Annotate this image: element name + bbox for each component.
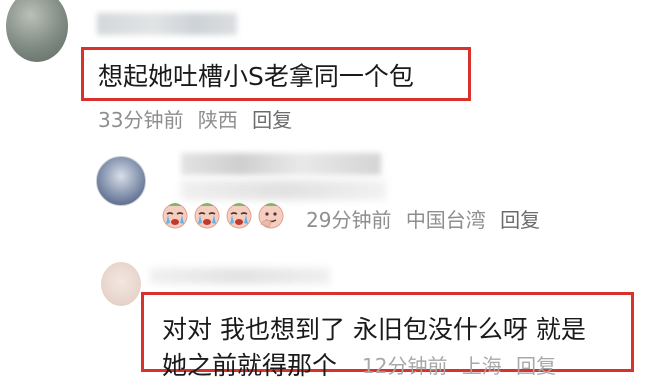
reply-meta: 12分钟前 上海 回复 — [362, 350, 564, 379]
reply-time: 12分钟前 — [362, 354, 448, 378]
avatar[interactable] — [101, 262, 141, 306]
reply-text-blurred — [181, 180, 386, 200]
reply-button[interactable]: 回复 — [516, 354, 556, 378]
comment-time: 33分钟前 — [98, 108, 184, 132]
reply-meta: 29分钟前 中国台湾 回复 — [306, 204, 548, 233]
crying-face-icon — [226, 203, 252, 229]
reply-button[interactable]: 回复 — [500, 208, 540, 232]
comment-location: 陕西 — [197, 108, 238, 132]
reply-text-line: 对对 我也想到了 永旧包没什么呀 就是 — [162, 315, 586, 344]
comment-meta: 33分钟前 陕西 回复 — [98, 104, 300, 133]
emoji-row — [160, 200, 286, 230]
crying-face-icon — [162, 203, 188, 229]
reply-location: 中国台湾 — [405, 208, 486, 232]
username-blurred[interactable] — [181, 153, 381, 175]
reply-location: 上海 — [461, 354, 502, 378]
username-blurred[interactable] — [97, 13, 237, 35]
reply-button[interactable]: 回复 — [252, 108, 292, 132]
avatar[interactable] — [96, 156, 146, 206]
username-blurred[interactable] — [150, 268, 330, 284]
thinking-face-icon — [258, 203, 284, 229]
reply-time: 29分钟前 — [306, 208, 392, 232]
comment-text: 想起她吐槽小S老拿同一个包 — [98, 62, 414, 91]
avatar[interactable] — [6, 0, 68, 62]
crying-face-icon — [194, 203, 220, 229]
reply-text-line: 她之前就得那个 — [162, 351, 338, 380]
